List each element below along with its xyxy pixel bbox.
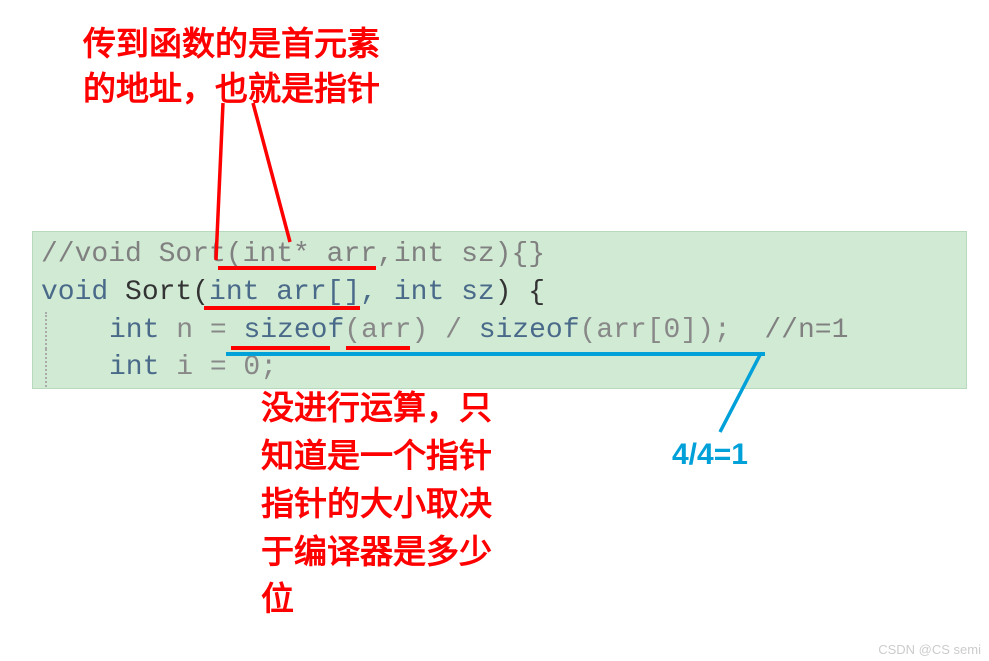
annotation-top-line1: 传到函数的是首元素 — [83, 22, 380, 67]
annotation-middle: 没进行运算，只 知道是一个指针 指针的大小取决 于编译器是多少 位 — [261, 384, 492, 623]
annotation-mid-line3: 指针的大小取决 — [261, 480, 492, 528]
annotation-mid-line4: 于编译器是多少 — [261, 528, 492, 576]
code-line-1: //void Sort(int* arr,int sz){} — [33, 236, 966, 274]
annotation-top-line2: 的地址，也就是指针 — [83, 67, 380, 112]
annotation-top: 传到函数的是首元素 的地址，也就是指针 — [83, 22, 380, 111]
annotation-right: 4/4=1 — [672, 438, 748, 472]
code-line-3: int n = sizeof(arr) / sizeof(arr[0]); //… — [33, 312, 966, 350]
annotation-mid-line5: 位 — [261, 575, 492, 623]
code-block: //void Sort(int* arr,int sz){} void Sort… — [32, 231, 967, 389]
red-line-2 — [253, 103, 290, 242]
annotation-mid-line1: 没进行运算，只 — [261, 384, 492, 432]
watermark: CSDN @CS semi — [878, 642, 981, 657]
code-line-4: int i = 0; — [33, 349, 966, 387]
code-line-2: void Sort(int arr[], int sz) { — [33, 274, 966, 312]
annotation-mid-line2: 知道是一个指针 — [261, 432, 492, 480]
code-comment-1: //void Sort(int* arr,int sz){} — [41, 239, 545, 270]
